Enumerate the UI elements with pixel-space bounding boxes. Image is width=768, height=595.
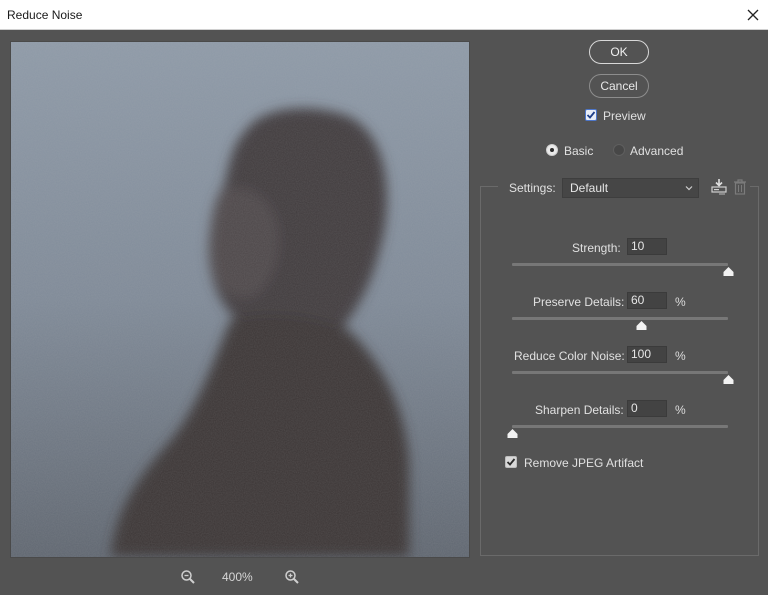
settings-value: Default — [570, 181, 609, 195]
settings-dropdown[interactable]: Default — [562, 178, 699, 198]
basic-radio[interactable] — [546, 144, 558, 156]
reduce-noise-dialog: 400% OK Cancel Preview Basic Advanced Se… — [0, 30, 768, 595]
ok-button[interactable]: OK — [589, 40, 649, 64]
cancel-button[interactable]: Cancel — [589, 74, 649, 98]
save-preset-button[interactable] — [710, 178, 728, 196]
zoom-out-icon — [181, 570, 195, 584]
preview-label: Preview — [603, 109, 646, 123]
sharpen-details-unit: % — [675, 403, 686, 417]
checkmark-icon — [586, 111, 596, 119]
reduce-color-noise-slider-track[interactable] — [512, 371, 728, 374]
strength-label: Strength: — [572, 241, 621, 255]
strength-slider-thumb[interactable] — [723, 267, 734, 276]
strength-slider-track[interactable] — [512, 263, 728, 266]
settings-label: Settings: — [509, 181, 556, 195]
delete-preset-button[interactable] — [732, 178, 750, 196]
preserve-details-input[interactable]: 60 — [627, 292, 667, 309]
zoom-level: 400% — [222, 570, 253, 584]
reduce-color-noise-slider-thumb[interactable] — [723, 375, 734, 384]
remove-jpeg-artifact-label: Remove JPEG Artifact — [524, 456, 644, 470]
strength-input[interactable]: 10 — [627, 238, 667, 255]
reduce-color-noise-input[interactable]: 100 — [627, 346, 667, 363]
close-icon — [747, 9, 759, 21]
zoom-in-button[interactable] — [284, 569, 300, 585]
checkmark-icon — [506, 458, 516, 466]
reduce-color-noise-label: Reduce Color Noise: — [514, 349, 625, 363]
window-title: Reduce Noise — [7, 8, 83, 22]
preserve-details-slider-thumb[interactable] — [636, 321, 647, 330]
zoom-in-icon — [285, 570, 299, 584]
preview-photo — [11, 42, 469, 557]
basic-label: Basic — [564, 144, 594, 158]
chevron-down-icon — [685, 186, 693, 191]
sharpen-details-input[interactable]: 0 — [627, 400, 667, 417]
sharpen-details-label: Sharpen Details: — [535, 403, 624, 417]
preview-image[interactable] — [10, 41, 470, 558]
advanced-radio[interactable] — [613, 144, 625, 156]
title-bar: Reduce Noise — [0, 0, 768, 30]
advanced-label: Advanced — [630, 144, 684, 158]
sharpen-details-slider-track[interactable] — [512, 425, 728, 428]
preview-checkbox[interactable] — [585, 109, 597, 121]
sharpen-details-slider-thumb[interactable] — [507, 429, 518, 438]
preserve-details-slider-track[interactable] — [512, 317, 728, 320]
remove-jpeg-artifact-checkbox[interactable] — [505, 456, 517, 468]
zoom-out-button[interactable] — [180, 569, 196, 585]
preserve-details-label: Preserve Details: — [533, 295, 625, 309]
zoom-controls: 400% — [170, 567, 310, 587]
trash-icon — [734, 179, 746, 195]
reduce-color-noise-unit: % — [675, 349, 686, 363]
save-preset-icon — [711, 179, 727, 195]
close-button[interactable] — [738, 0, 768, 30]
preserve-details-unit: % — [675, 295, 686, 309]
